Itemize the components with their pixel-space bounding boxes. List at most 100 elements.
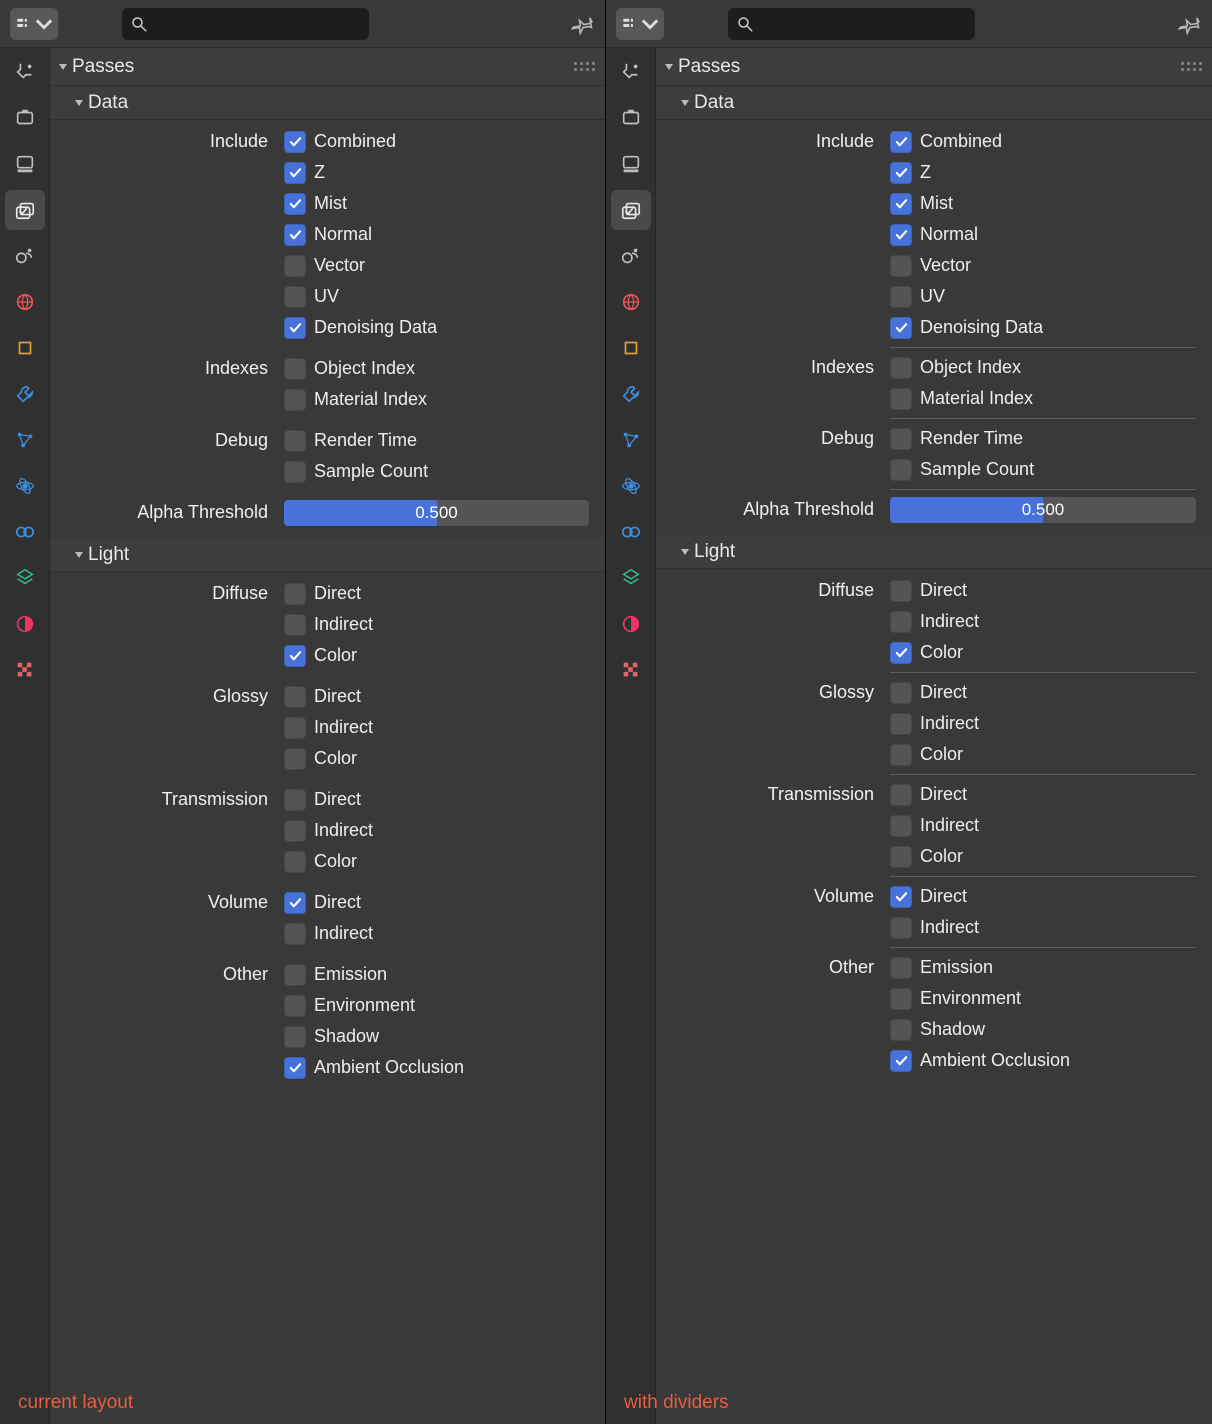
checkbox-mist[interactable]: [890, 193, 912, 215]
tab-object[interactable]: [611, 328, 651, 368]
checkbox-direct[interactable]: [890, 682, 912, 704]
checkbox-color[interactable]: [284, 645, 306, 667]
checkbox-sample-count[interactable]: [284, 461, 306, 483]
checkbox-shadow[interactable]: [284, 1026, 306, 1048]
checkbox-render-time[interactable]: [890, 428, 912, 450]
checkbox-indirect[interactable]: [284, 614, 306, 636]
checkbox-denoising-data[interactable]: [284, 317, 306, 339]
tab-material[interactable]: [5, 604, 45, 644]
checkbox-ambient-occlusion[interactable]: [284, 1057, 306, 1079]
checkbox-mist[interactable]: [284, 193, 306, 215]
alpha-threshold-slider[interactable]: 0.500: [284, 500, 589, 526]
tab-object[interactable]: [5, 328, 45, 368]
subpanel-header-data[interactable]: Data: [656, 86, 1212, 120]
tab-texture[interactable]: [5, 650, 45, 690]
checkbox-indirect[interactable]: [890, 815, 912, 837]
tab-scene[interactable]: [5, 236, 45, 276]
checkbox-direct[interactable]: [284, 789, 306, 811]
checkbox-color[interactable]: [890, 744, 912, 766]
subpanel-header-light[interactable]: Light: [656, 535, 1212, 569]
tab-tool[interactable]: [611, 52, 651, 92]
checkbox-render-time[interactable]: [284, 430, 306, 452]
checkbox-vector[interactable]: [284, 255, 306, 277]
tab-render[interactable]: [611, 98, 651, 138]
tab-viewlayer[interactable]: [5, 190, 45, 230]
checkbox-emission[interactable]: [284, 964, 306, 986]
checkbox-shadow[interactable]: [890, 1019, 912, 1041]
checkbox-direct[interactable]: [284, 583, 306, 605]
checkbox-uv[interactable]: [284, 286, 306, 308]
pin-icon[interactable]: [571, 12, 595, 36]
checkbox-color[interactable]: [890, 846, 912, 868]
tab-modifier[interactable]: [611, 374, 651, 414]
checkbox-indirect[interactable]: [890, 713, 912, 735]
checkbox-ambient-occlusion[interactable]: [890, 1050, 912, 1072]
checkbox-direct[interactable]: [284, 686, 306, 708]
tab-physics[interactable]: [5, 466, 45, 506]
checkbox-sample-count[interactable]: [890, 459, 912, 481]
tab-particles[interactable]: [611, 420, 651, 460]
search-field[interactable]: [728, 8, 975, 40]
checkbox-combined[interactable]: [890, 131, 912, 153]
checkbox-material-index[interactable]: [284, 389, 306, 411]
checkbox-emission[interactable]: [890, 957, 912, 979]
tab-constraint[interactable]: [611, 512, 651, 552]
checkbox-environment[interactable]: [284, 995, 306, 1017]
checkbox-color[interactable]: [890, 642, 912, 664]
tab-world[interactable]: [611, 282, 651, 322]
checkbox-normal[interactable]: [284, 224, 306, 246]
pin-icon[interactable]: [1178, 12, 1202, 36]
tab-texture[interactable]: [611, 650, 651, 690]
tab-output[interactable]: [5, 144, 45, 184]
checkbox-indirect[interactable]: [284, 717, 306, 739]
tab-data[interactable]: [611, 558, 651, 598]
tab-data[interactable]: [5, 558, 45, 598]
tab-modifier[interactable]: [5, 374, 45, 414]
checkbox-denoising-data[interactable]: [890, 317, 912, 339]
checkbox-object-index[interactable]: [284, 358, 306, 380]
panel-header-passes[interactable]: Passes: [50, 48, 605, 86]
tab-output[interactable]: [611, 144, 651, 184]
tab-material[interactable]: [611, 604, 651, 644]
search-field[interactable]: [122, 8, 369, 40]
checkbox-direct[interactable]: [890, 580, 912, 602]
alpha-threshold-slider[interactable]: 0.500: [890, 497, 1196, 523]
tab-world[interactable]: [5, 282, 45, 322]
search-input[interactable]: [760, 15, 967, 33]
checkbox-normal[interactable]: [890, 224, 912, 246]
checkbox-combined[interactable]: [284, 131, 306, 153]
tab-tool[interactable]: [5, 52, 45, 92]
checkbox-environment[interactable]: [890, 988, 912, 1010]
drag-grip-icon[interactable]: [574, 62, 595, 71]
tab-particles[interactable]: [5, 420, 45, 460]
checkbox-indirect[interactable]: [890, 611, 912, 633]
checkbox-color[interactable]: [284, 851, 306, 873]
checkbox-z[interactable]: [890, 162, 912, 184]
checkbox-material-index[interactable]: [890, 388, 912, 410]
checkbox-indirect[interactable]: [890, 917, 912, 939]
drag-grip-icon[interactable]: [1181, 62, 1202, 71]
subpanel-header-light[interactable]: Light: [50, 538, 605, 572]
checkbox-direct[interactable]: [890, 886, 912, 908]
tab-scene[interactable]: [611, 236, 651, 276]
tab-render[interactable]: [5, 98, 45, 138]
alpha-threshold-value: 0.500: [1022, 500, 1065, 520]
editor-type-dropdown[interactable]: [10, 8, 58, 40]
checkbox-vector[interactable]: [890, 255, 912, 277]
checkbox-color[interactable]: [284, 748, 306, 770]
checkbox-indirect[interactable]: [284, 820, 306, 842]
checkbox-label: Direct: [920, 682, 967, 703]
checkbox-direct[interactable]: [890, 784, 912, 806]
checkbox-object-index[interactable]: [890, 357, 912, 379]
panel-header-passes[interactable]: Passes: [656, 48, 1212, 86]
tab-viewlayer[interactable]: [611, 190, 651, 230]
editor-type-dropdown[interactable]: [616, 8, 664, 40]
subpanel-header-data[interactable]: Data: [50, 86, 605, 120]
checkbox-direct[interactable]: [284, 892, 306, 914]
search-input[interactable]: [154, 15, 361, 33]
checkbox-z[interactable]: [284, 162, 306, 184]
checkbox-indirect[interactable]: [284, 923, 306, 945]
tab-physics[interactable]: [611, 466, 651, 506]
checkbox-uv[interactable]: [890, 286, 912, 308]
tab-constraint[interactable]: [5, 512, 45, 552]
